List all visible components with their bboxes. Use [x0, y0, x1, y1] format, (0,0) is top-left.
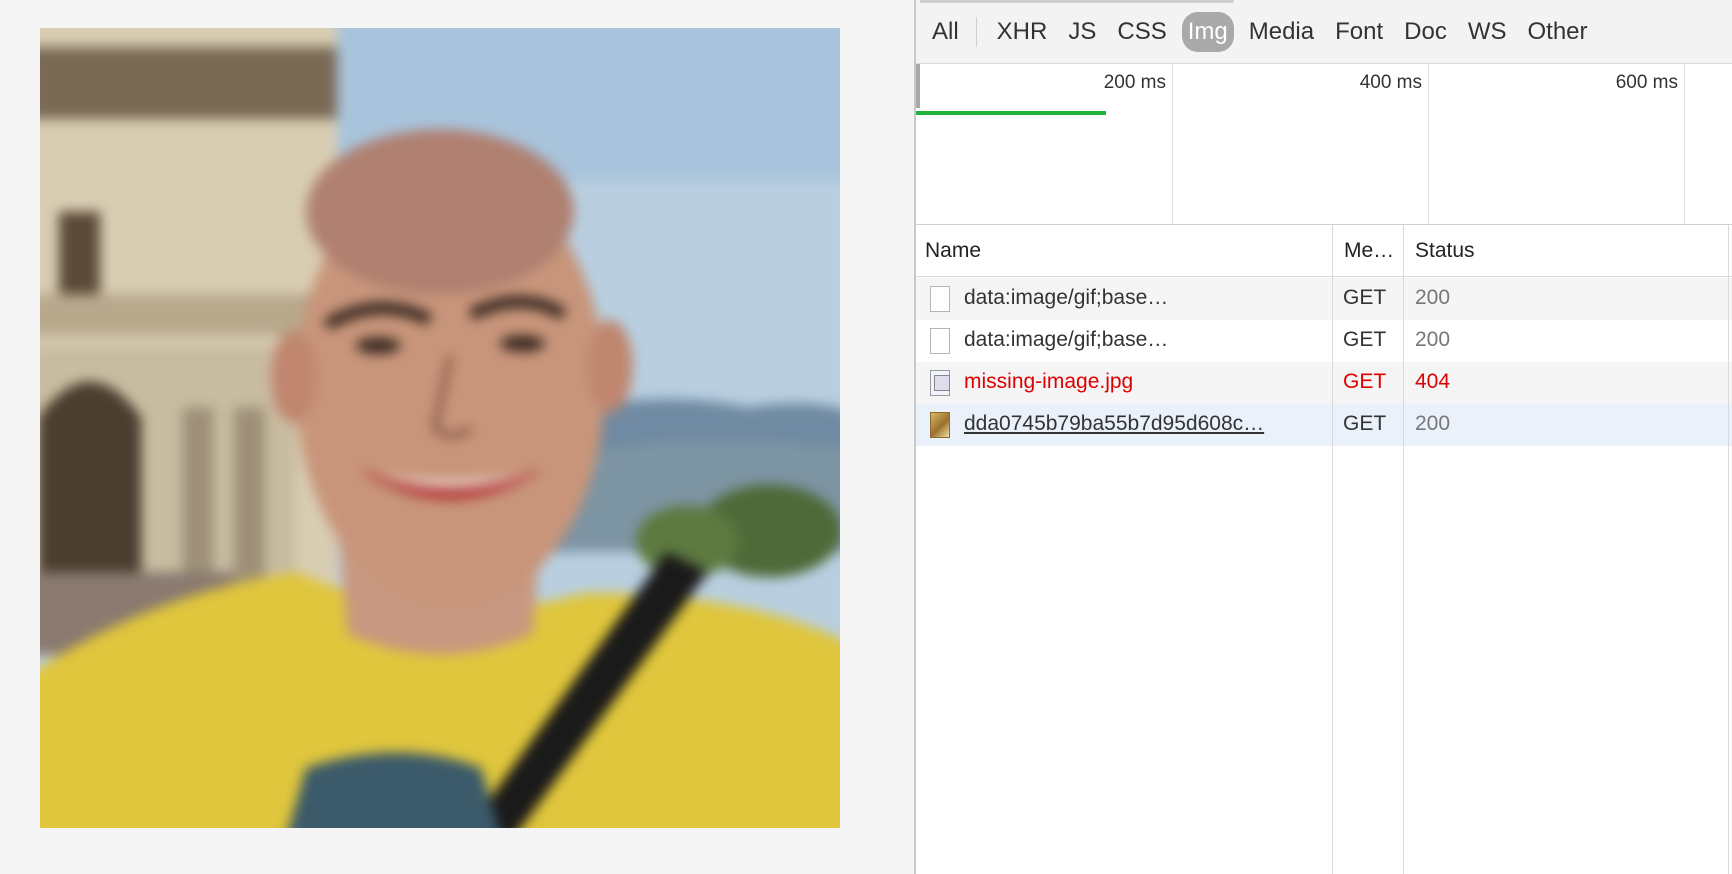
table-row[interactable]: data:image/gif;base… GET 200	[916, 278, 1732, 320]
type-filter-bar: All XHR JS CSS Img Media Font Doc WS Oth…	[916, 0, 1732, 64]
blank-file-icon	[930, 328, 950, 354]
timeline-tick-label: 600 ms	[1615, 72, 1678, 93]
request-method: GET	[1343, 412, 1387, 435]
request-name: missing-image.jpg	[964, 370, 1134, 393]
table-row[interactable]: data:image/gif;base… GET 200	[916, 320, 1732, 362]
timeline-gridline	[1684, 64, 1685, 224]
filter-divider	[975, 16, 977, 47]
table-row[interactable]: missing-image.jpg GET 404	[916, 362, 1732, 404]
filter-font[interactable]: Font	[1329, 12, 1389, 52]
column-divider[interactable]	[1332, 225, 1333, 874]
table-row[interactable]: dda0745b79ba55b7d95d608c… GET 200	[916, 404, 1732, 446]
page-content	[0, 0, 914, 874]
column-header-name[interactable]: Name	[925, 239, 981, 263]
request-name: data:image/gif;base…	[964, 286, 1169, 309]
timeline-tick-label: 200 ms	[1103, 72, 1166, 93]
column-divider[interactable]	[1728, 225, 1729, 874]
filter-media[interactable]: Media	[1243, 12, 1320, 52]
request-method: GET	[1343, 286, 1387, 309]
broken-image-icon	[930, 370, 950, 396]
request-status: 200	[1415, 328, 1451, 351]
filter-xhr[interactable]: XHR	[991, 12, 1054, 52]
blank-file-icon	[930, 286, 950, 312]
portrait-image	[40, 28, 840, 828]
request-status: 404	[1415, 370, 1451, 393]
top-scrollbar[interactable]	[920, 0, 1234, 3]
table-header: Name Me… Status	[916, 225, 1732, 277]
timeline-request-bar	[916, 111, 1106, 115]
request-status: 200	[1415, 412, 1451, 435]
requests-table: Name Me… Status data:image/gif;base… GET…	[916, 225, 1732, 874]
filter-css[interactable]: CSS	[1111, 12, 1172, 52]
column-header-status[interactable]: Status	[1415, 239, 1475, 263]
request-name[interactable]: dda0745b79ba55b7d95d608c…	[964, 412, 1320, 436]
request-status: 200	[1415, 286, 1451, 309]
column-divider[interactable]	[1403, 225, 1404, 874]
filter-ws[interactable]: WS	[1462, 12, 1513, 52]
profile-photo	[40, 28, 840, 828]
timeline-gridline	[1428, 64, 1429, 224]
filter-js[interactable]: JS	[1062, 12, 1102, 52]
request-method: GET	[1343, 328, 1387, 351]
filter-doc[interactable]: Doc	[1398, 12, 1453, 52]
request-method: GET	[1343, 370, 1387, 393]
column-header-method[interactable]: Me…	[1344, 239, 1394, 263]
filter-other[interactable]: Other	[1522, 12, 1594, 52]
timeline-gridline	[1172, 64, 1173, 224]
timeline-drag-handle[interactable]	[916, 64, 920, 108]
image-thumbnail-icon	[930, 412, 950, 438]
network-overview-timeline[interactable]: 200 ms 400 ms 600 ms	[916, 64, 1732, 225]
timeline-tick-label: 400 ms	[1359, 72, 1422, 93]
filter-img[interactable]: Img	[1181, 11, 1234, 52]
filter-all[interactable]: All	[926, 12, 965, 52]
devtools-network-panel: All XHR JS CSS Img Media Font Doc WS Oth…	[914, 0, 1732, 874]
request-name: data:image/gif;base…	[964, 328, 1169, 351]
